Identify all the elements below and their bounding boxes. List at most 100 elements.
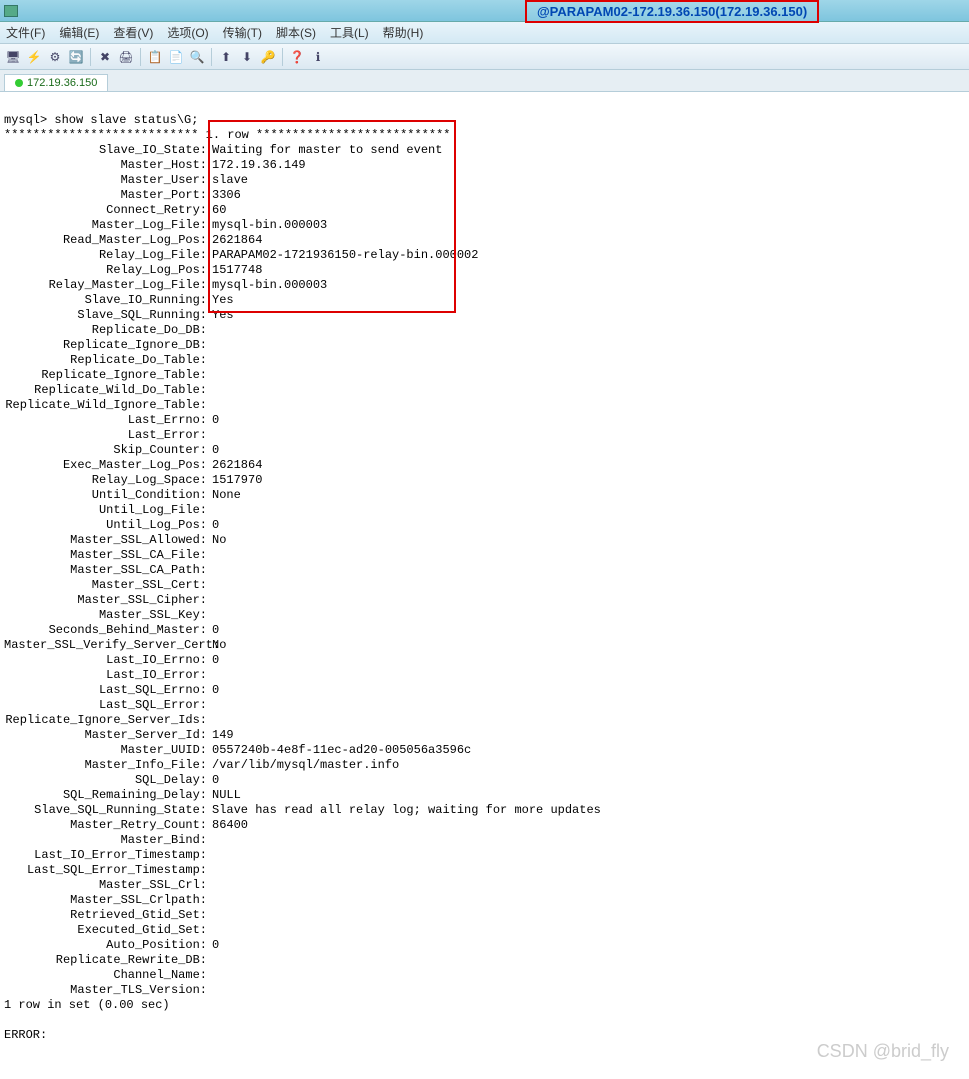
field-label: SQL_Remaining_Delay: xyxy=(4,788,207,803)
field-value: 0 xyxy=(207,938,219,953)
status-row: Replicate_Do_DB: xyxy=(4,323,965,338)
menu-transfer[interactable]: 传输(T) xyxy=(223,24,262,41)
reconnect-icon[interactable]: 🔄 xyxy=(67,48,85,66)
menu-file[interactable]: 文件(F) xyxy=(6,24,45,41)
status-row: Connect_Retry:60 xyxy=(4,203,965,218)
field-label: Master_SSL_CA_File: xyxy=(4,548,207,563)
connect-icon[interactable]: 🖥 xyxy=(4,48,22,66)
field-label: Master_Retry_Count: xyxy=(4,818,207,833)
field-label: Master_TLS_Version: xyxy=(4,983,207,998)
status-row: Relay_Log_File:PARAPAM02-1721936150-rela… xyxy=(4,248,965,263)
status-row: Exec_Master_Log_Pos:2621864 xyxy=(4,458,965,473)
print-icon[interactable]: 🖨 xyxy=(117,48,135,66)
quick-connect-icon[interactable]: ⚡ xyxy=(25,48,43,66)
toolbar: 🖥 ⚡ ⚙ 🔄 ✖ 🖨 📋 📄 🔍 ⬆ ⬇ 🔑 ❓ ℹ xyxy=(0,44,969,70)
find-icon[interactable]: 🔍 xyxy=(188,48,206,66)
field-label: Slave_SQL_Running_State: xyxy=(4,803,207,818)
status-row: Until_Condition:None xyxy=(4,488,965,503)
field-label: Channel_Name: xyxy=(4,968,207,983)
field-label: Relay_Master_Log_File: xyxy=(4,278,207,293)
menu-tools[interactable]: 工具(L) xyxy=(330,24,369,41)
status-row: Until_Log_Pos:0 xyxy=(4,518,965,533)
status-row: Master_SSL_CA_Path: xyxy=(4,563,965,578)
field-value xyxy=(207,563,212,578)
menubar: 文件(F) 编辑(E) 查看(V) 选项(O) 传输(T) 脚本(S) 工具(L… xyxy=(0,22,969,44)
field-label: Skip_Counter: xyxy=(4,443,207,458)
field-value xyxy=(207,353,212,368)
field-label: Relay_Log_Space: xyxy=(4,473,207,488)
field-value: /var/lib/mysql/master.info xyxy=(207,758,399,773)
download-icon[interactable]: ⬇ xyxy=(238,48,256,66)
status-row: Skip_Counter:0 xyxy=(4,443,965,458)
field-label: Until_Condition: xyxy=(4,488,207,503)
field-value xyxy=(207,368,212,383)
copy-icon[interactable]: 📋 xyxy=(146,48,164,66)
status-row: Slave_IO_Running:Yes xyxy=(4,293,965,308)
field-label: Retrieved_Gtid_Set: xyxy=(4,908,207,923)
field-value: mysql-bin.000003 xyxy=(207,278,327,293)
menu-options[interactable]: 选项(O) xyxy=(167,24,208,41)
field-label: Last_SQL_Error: xyxy=(4,698,207,713)
about-icon[interactable]: ℹ xyxy=(309,48,327,66)
field-label: Master_SSL_Verify_Server_Cert: xyxy=(4,638,207,653)
help-icon[interactable]: ❓ xyxy=(288,48,306,66)
field-value: 60 xyxy=(207,203,226,218)
field-value: 1517970 xyxy=(207,473,262,488)
menu-help[interactable]: 帮助(H) xyxy=(383,24,424,41)
field-value: 0 xyxy=(207,518,219,533)
menu-script[interactable]: 脚本(S) xyxy=(276,24,316,41)
upload-icon[interactable]: ⬆ xyxy=(217,48,235,66)
field-label: Relay_Log_Pos: xyxy=(4,263,207,278)
status-row: Master_SSL_Cert: xyxy=(4,578,965,593)
disconnect-icon[interactable]: ✖ xyxy=(96,48,114,66)
field-value: NULL xyxy=(207,788,241,803)
field-label: Last_IO_Error: xyxy=(4,668,207,683)
key-icon[interactable]: 🔑 xyxy=(259,48,277,66)
field-label: Replicate_Do_Table: xyxy=(4,353,207,368)
field-label: Master_SSL_Cipher: xyxy=(4,593,207,608)
field-value: 0 xyxy=(207,683,219,698)
status-row: Master_Info_File:/var/lib/mysql/master.i… xyxy=(4,758,965,773)
field-value: 3306 xyxy=(207,188,241,203)
field-label: Seconds_Behind_Master: xyxy=(4,623,207,638)
field-label: Replicate_Do_DB: xyxy=(4,323,207,338)
options-icon[interactable]: ⚙ xyxy=(46,48,64,66)
separator xyxy=(140,48,141,66)
session-tab[interactable]: 172.19.36.150 xyxy=(4,74,108,91)
watermark: CSDN @brid_fly xyxy=(817,1044,949,1059)
field-label: Master_SSL_Cert: xyxy=(4,578,207,593)
field-value: Yes xyxy=(207,293,234,308)
status-row: Executed_Gtid_Set: xyxy=(4,923,965,938)
menu-view[interactable]: 查看(V) xyxy=(113,24,153,41)
field-value: PARAPAM02-1721936150-relay-bin.000002 xyxy=(207,248,478,263)
status-row: Master_User:slave xyxy=(4,173,965,188)
field-label: Master_Log_File: xyxy=(4,218,207,233)
status-row: Master_Log_File:mysql-bin.000003 xyxy=(4,218,965,233)
field-value xyxy=(207,338,212,353)
field-value: 0 xyxy=(207,413,219,428)
field-label: Until_Log_Pos: xyxy=(4,518,207,533)
app-icon xyxy=(4,5,18,17)
field-label: Master_SSL_Allowed: xyxy=(4,533,207,548)
field-value: 0 xyxy=(207,653,219,668)
paste-icon[interactable]: 📄 xyxy=(167,48,185,66)
status-row: Replicate_Wild_Do_Table: xyxy=(4,383,965,398)
field-label: Executed_Gtid_Set: xyxy=(4,923,207,938)
field-label: Replicate_Ignore_Server_Ids: xyxy=(4,713,207,728)
field-value: slave xyxy=(207,173,248,188)
terminal-output[interactable]: mysql> show slave status\G; ************… xyxy=(0,92,969,1079)
status-row: Last_IO_Errno:0 xyxy=(4,653,965,668)
menu-edit[interactable]: 编辑(E) xyxy=(59,24,99,41)
field-value: Slave has read all relay log; waiting fo… xyxy=(207,803,601,818)
field-value xyxy=(207,953,212,968)
status-row: Channel_Name: xyxy=(4,968,965,983)
field-value xyxy=(207,668,212,683)
field-value xyxy=(207,593,212,608)
field-label: Auto_Position: xyxy=(4,938,207,953)
prompt-line: mysql> show slave status\G; xyxy=(4,113,198,127)
tabbar: 172.19.36.150 xyxy=(0,70,969,92)
status-row: Master_SSL_Key: xyxy=(4,608,965,623)
field-value: 0 xyxy=(207,443,219,458)
separator xyxy=(211,48,212,66)
status-row: Last_SQL_Error: xyxy=(4,698,965,713)
